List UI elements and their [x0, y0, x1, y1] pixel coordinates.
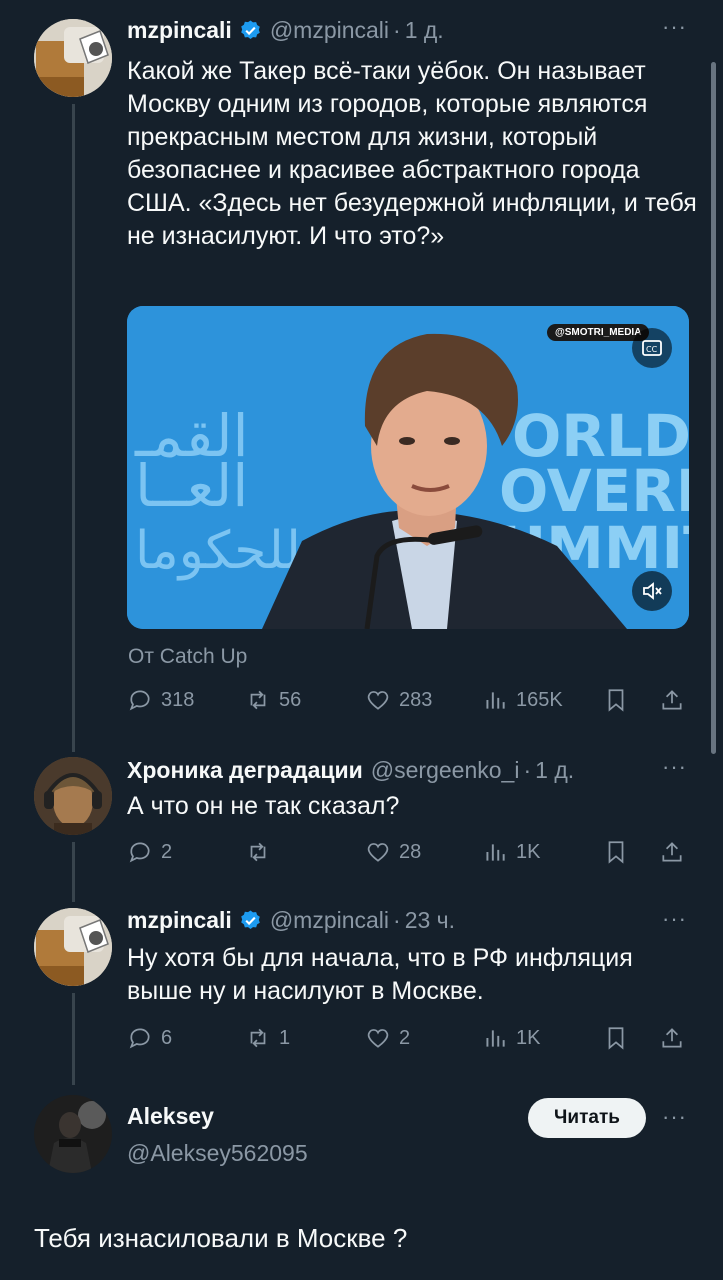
author-name[interactable]: Хроника деградации [127, 757, 363, 784]
heart-icon [367, 843, 389, 862]
reply-button[interactable]: 2 [127, 835, 172, 869]
action-bar: 2 28 1K [127, 835, 687, 869]
bookmark-button[interactable] [603, 683, 637, 717]
thread-line [72, 842, 75, 902]
views-count: 165K [516, 688, 563, 711]
avatar[interactable] [34, 908, 112, 986]
bg-arabic-text-2: العــا [135, 452, 248, 520]
views-button[interactable]: 1K [482, 835, 540, 869]
thread-line [72, 993, 75, 1085]
reply-count: 2 [161, 840, 173, 863]
views-icon [486, 692, 505, 709]
bookmark-icon [608, 1027, 624, 1050]
author-handle[interactable]: @mzpincali [270, 907, 389, 934]
reply-count: 6 [161, 1026, 173, 1049]
share-icon [662, 1028, 682, 1048]
verified-badge-icon [241, 910, 260, 930]
reply-icon [129, 1028, 150, 1049]
bookmark-icon [608, 841, 624, 864]
author-name[interactable]: mzpincali [127, 17, 232, 44]
heart-icon [367, 691, 389, 710]
author-name[interactable]: mzpincali [127, 907, 232, 934]
verified-badge-icon [241, 20, 260, 40]
share-button[interactable] [659, 835, 693, 869]
avatar[interactable] [34, 19, 112, 97]
share-icon [662, 842, 682, 862]
reply-button[interactable]: 318 [127, 683, 194, 717]
tweet-header: Хроника деградации @sergeenko_i · 1 д. [127, 757, 575, 784]
retweet-icon [250, 842, 266, 862]
tweet-text: А что он не так сказал? [127, 792, 400, 820]
share-icon [662, 690, 682, 710]
action-bar: 318 56 283 165K [127, 683, 687, 717]
views-icon [486, 844, 505, 861]
tweet-text: Тебя изнасиловали в Москве ? [34, 1223, 408, 1253]
tweet-header: mzpincali @mzpincali · 23 ч. [127, 907, 456, 934]
scrollbar[interactable] [711, 62, 716, 754]
video-player[interactable]: القمـ العــا للحكوما ORLD OVERN UMMIT @S… [127, 306, 689, 629]
mute-icon[interactable] [632, 571, 672, 611]
source-attribution[interactable]: От Catch Up [128, 645, 247, 669]
more-options-icon[interactable]: ··· [662, 906, 687, 932]
views-button[interactable]: 165K [482, 683, 563, 717]
retweet-button[interactable] [245, 835, 279, 869]
reply-icon [129, 842, 150, 863]
action-bar: 6 1 2 1K [127, 1021, 687, 1055]
retweet-count: 56 [279, 688, 302, 711]
more-options-icon[interactable]: ··· [662, 14, 687, 40]
tweet-text: Какой же Такер всё-таки уёбок. Он называ… [127, 57, 697, 250]
like-button[interactable]: 283 [365, 683, 432, 717]
share-button[interactable] [659, 683, 693, 717]
timestamp[interactable]: 1 д. [405, 17, 444, 44]
author-handle[interactable]: @mzpincali [270, 17, 389, 44]
views-icon [486, 1030, 505, 1047]
more-options-icon[interactable]: ··· [662, 1104, 687, 1130]
timestamp[interactable]: 23 ч. [405, 907, 455, 934]
tweet-text: Ну хотя бы для начала, что в РФ инфляция… [127, 944, 633, 1005]
like-count: 2 [399, 1026, 411, 1049]
video-thumbnail: القمـ العــا للحكوما ORLD OVERN UMMIT [127, 306, 689, 629]
svg-text:CC: CC [646, 345, 658, 354]
avatar[interactable] [34, 1095, 112, 1173]
thread-line [72, 104, 75, 752]
reply-button[interactable]: 6 [127, 1021, 172, 1055]
bookmark-icon [608, 689, 624, 712]
author-name[interactable]: Aleksey [127, 1103, 214, 1130]
avatar[interactable] [34, 757, 112, 835]
bookmark-button[interactable] [603, 835, 637, 869]
like-button[interactable]: 28 [365, 835, 421, 869]
timestamp[interactable]: 1 д. [535, 757, 574, 784]
share-button[interactable] [659, 1021, 693, 1055]
retweet-count: 1 [279, 1026, 291, 1049]
retweet-icon [250, 1028, 266, 1048]
heart-icon [367, 1029, 389, 1048]
like-count: 28 [399, 840, 422, 863]
author-handle[interactable]: @sergeenko_i [371, 757, 520, 784]
views-count: 1K [516, 840, 541, 863]
like-count: 283 [399, 688, 433, 711]
reply-icon [129, 690, 150, 711]
views-button[interactable]: 1K [482, 1021, 540, 1055]
bookmark-button[interactable] [603, 1021, 637, 1055]
like-button[interactable]: 2 [365, 1021, 410, 1055]
bg-arabic-text-3: للحكوما [135, 521, 301, 581]
more-options-icon[interactable]: ··· [662, 754, 687, 780]
retweet-button[interactable]: 56 [245, 683, 301, 717]
author-handle[interactable]: @Aleksey562095 [127, 1140, 308, 1167]
tweet-header: Aleksey [127, 1103, 214, 1130]
views-count: 1K [516, 1026, 541, 1049]
retweet-icon [250, 690, 266, 710]
retweet-button[interactable]: 1 [245, 1021, 290, 1055]
tweet-header: mzpincali @mzpincali · 1 д. [127, 17, 444, 44]
reply-count: 318 [161, 688, 195, 711]
follow-button[interactable]: Читать [528, 1098, 646, 1138]
captions-icon[interactable]: CC [632, 328, 672, 368]
